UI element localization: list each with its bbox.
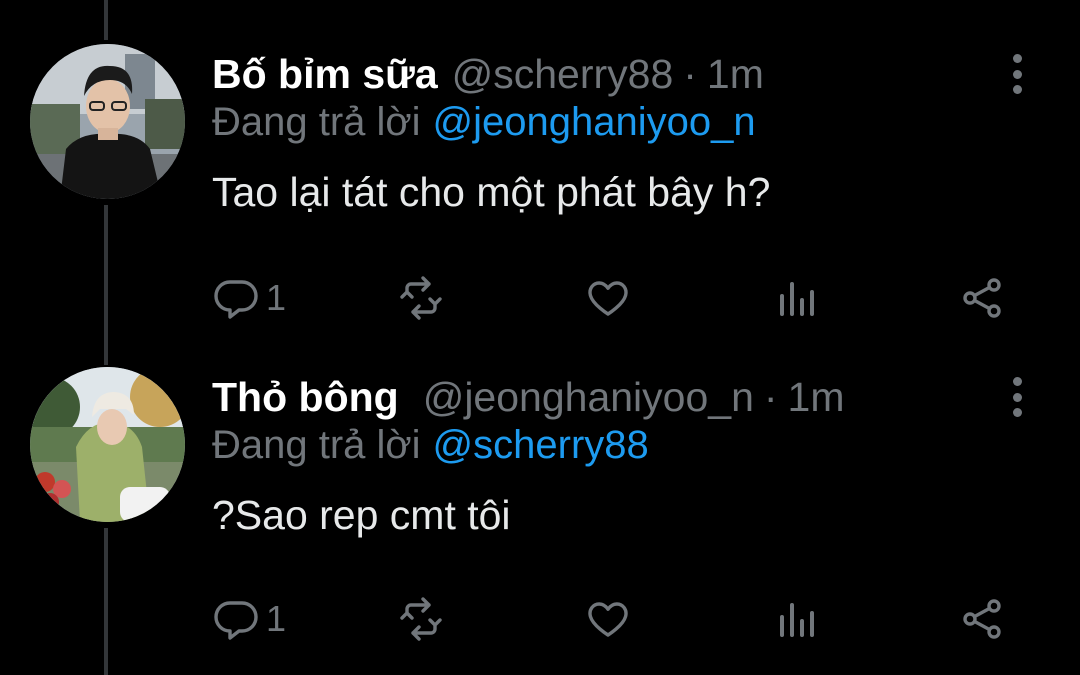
mention-link[interactable]: @scherry88 bbox=[433, 423, 649, 467]
replying-to: Đang trả lời @jeonghaniyoo_n bbox=[212, 92, 756, 152]
heart-icon bbox=[588, 281, 628, 316]
share-icon bbox=[963, 278, 1001, 318]
tweet[interactable]: Bố bỉm sữa @scherry88 · 1m Đang trả lời @… bbox=[0, 44, 1080, 344]
like-button[interactable] bbox=[584, 268, 632, 328]
retweet-button[interactable] bbox=[397, 589, 445, 649]
retweet-icon bbox=[400, 597, 442, 641]
share-button[interactable] bbox=[958, 589, 1006, 649]
analytics-icon bbox=[780, 603, 814, 637]
reply-icon bbox=[214, 601, 258, 640]
more-vertical-icon[interactable] bbox=[1002, 377, 1032, 417]
avatar-image bbox=[30, 367, 185, 522]
retweet-icon bbox=[400, 276, 442, 320]
share-icon bbox=[963, 599, 1001, 639]
reply-icon bbox=[214, 280, 258, 319]
reply-count: 1 bbox=[266, 598, 287, 639]
analytics-icon bbox=[780, 282, 814, 316]
reply-count: 1 bbox=[266, 277, 287, 318]
timestamp[interactable]: 1m bbox=[788, 367, 845, 427]
avatar[interactable] bbox=[30, 367, 185, 522]
more-vertical-icon[interactable] bbox=[1002, 54, 1032, 94]
views-button[interactable] bbox=[772, 268, 820, 328]
thread-line-top bbox=[104, 0, 108, 40]
tweet-text: ?Sao rep cmt tôi bbox=[212, 492, 511, 538]
heart-icon bbox=[588, 602, 628, 637]
reply-button[interactable]: 1 bbox=[212, 268, 286, 328]
replying-to-label: Đang trả lời bbox=[212, 423, 421, 467]
share-button[interactable] bbox=[958, 268, 1006, 328]
retweet-button[interactable] bbox=[397, 268, 445, 328]
separator: · bbox=[763, 374, 778, 420]
tweet-text: Tao lại tát cho một phát bây h? bbox=[212, 169, 771, 215]
action-bar: 1 bbox=[0, 268, 1080, 328]
action-bar: 1 bbox=[0, 589, 1080, 649]
like-button[interactable] bbox=[584, 589, 632, 649]
avatar[interactable] bbox=[30, 44, 185, 199]
avatar-image bbox=[30, 44, 185, 199]
replying-to: Đang trả lời @scherry88 bbox=[212, 415, 649, 475]
replying-to-label: Đang trả lời bbox=[212, 100, 421, 144]
mention-link[interactable]: @jeonghaniyoo_n bbox=[433, 100, 756, 144]
views-button[interactable] bbox=[772, 589, 820, 649]
reply-button[interactable]: 1 bbox=[212, 589, 286, 649]
tweet[interactable]: Thỏ bông @jeonghaniyoo_n · 1m Đang trả l… bbox=[0, 367, 1080, 667]
